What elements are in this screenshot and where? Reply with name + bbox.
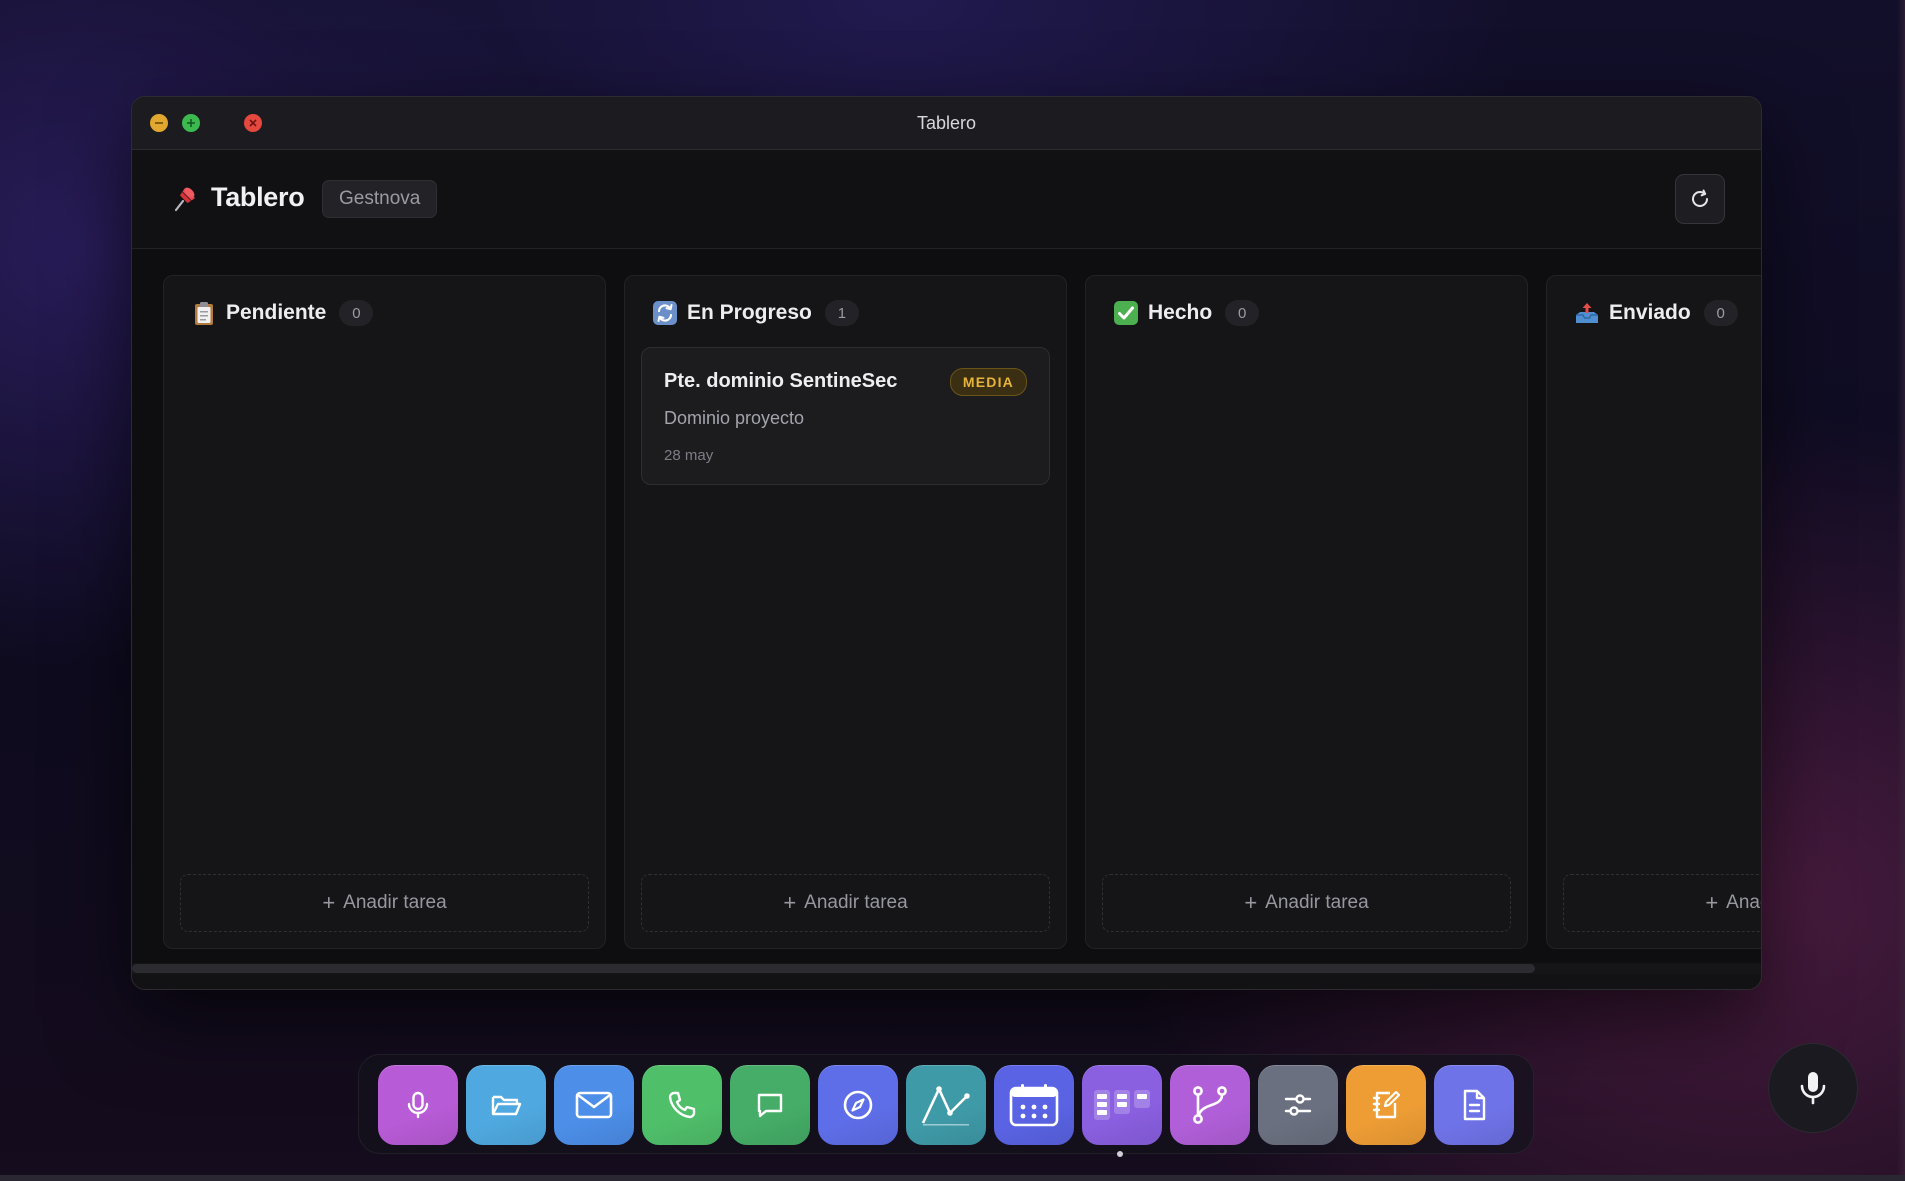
plus-icon: + xyxy=(322,890,336,915)
repeat-arrows-icon xyxy=(653,301,677,325)
outbox-tray-icon xyxy=(1576,303,1598,323)
line-chart-icon[interactable] xyxy=(906,1065,986,1145)
page-title: Tablero xyxy=(211,182,305,212)
compass-icon[interactable] xyxy=(818,1065,898,1145)
refresh-button[interactable] xyxy=(1675,174,1725,224)
column-count-badge: 0 xyxy=(339,300,374,326)
check-mark-icon xyxy=(1114,301,1138,325)
add-task-button[interactable]: + Anadir tarea xyxy=(1563,874,1761,932)
add-task-label: Anadir tarea xyxy=(343,892,447,913)
column-pendiente: Pendiente 0 + Anadir tarea xyxy=(163,275,606,949)
scrollbar-thumb[interactable] xyxy=(132,964,1535,973)
phone-icon[interactable] xyxy=(642,1065,722,1145)
task-title: Pte. dominio SentineSec xyxy=(664,370,898,392)
column-header: Enviado 0 xyxy=(1574,298,1738,328)
board-window: Tablero Tablero Gestnova Pendiente 0 + A… xyxy=(131,96,1762,990)
add-task-button[interactable]: + Anadir tarea xyxy=(180,874,589,932)
plus-icon: + xyxy=(1244,890,1258,915)
kanban-board: Pendiente 0 + Anadir tarea En Progreso 1 xyxy=(132,249,1761,974)
folder-icon[interactable] xyxy=(466,1065,546,1145)
app-header: Tablero Gestnova xyxy=(132,150,1761,249)
column-hecho: Hecho 0 + Anadir tarea xyxy=(1085,275,1528,949)
column-title: En Progreso xyxy=(687,301,812,324)
plus-icon: + xyxy=(783,890,797,915)
microphone-app-icon[interactable] xyxy=(378,1065,458,1145)
column-count-badge: 1 xyxy=(824,300,859,326)
priority-badge: MEDIA xyxy=(949,368,1027,396)
add-task-label: Anadir tarea xyxy=(804,892,908,913)
window-title: Tablero xyxy=(916,113,977,133)
horizontal-scrollbar[interactable] xyxy=(132,963,1761,974)
calendar-icon[interactable] xyxy=(994,1065,1074,1145)
column-enviado: Enviado 0 + Anadir tarea xyxy=(1546,275,1761,949)
app-dock xyxy=(358,1054,1534,1154)
desktop-bottom-edge xyxy=(0,1175,1905,1181)
column-title: Enviado xyxy=(1609,301,1691,324)
column-header: En Progreso 1 xyxy=(652,298,859,328)
clipboard-icon xyxy=(195,302,213,325)
desktop-edge xyxy=(1897,0,1905,1181)
add-task-label: Anadir tarea xyxy=(1726,892,1761,913)
column-header: Pendiente 0 xyxy=(191,298,374,328)
kanban-board-icon[interactable] xyxy=(1082,1065,1162,1145)
git-branch-icon[interactable] xyxy=(1170,1065,1250,1145)
chat-bubble-icon[interactable] xyxy=(730,1065,810,1145)
edit-notes-icon[interactable] xyxy=(1346,1065,1426,1145)
mail-icon[interactable] xyxy=(554,1065,634,1145)
plus-icon: + xyxy=(1705,890,1719,915)
microphone-icon xyxy=(1800,1072,1826,1105)
project-badge[interactable]: Gestnova xyxy=(322,180,438,218)
active-app-indicator xyxy=(1117,1151,1123,1157)
column-count-badge: 0 xyxy=(1703,300,1738,326)
document-icon[interactable] xyxy=(1434,1065,1514,1145)
window-titlebar: Tablero xyxy=(132,97,1761,150)
column-header: Hecho 0 xyxy=(1113,298,1260,328)
sliders-icon[interactable] xyxy=(1258,1065,1338,1145)
task-description: Dominio proyecto xyxy=(664,408,805,428)
task-date: 28 may xyxy=(664,447,714,464)
add-task-button[interactable]: + Anadir tarea xyxy=(1102,874,1511,932)
column-count-badge: 0 xyxy=(1225,300,1260,326)
task-card[interactable]: Pte. dominio SentineSec MEDIA Dominio pr… xyxy=(641,347,1050,485)
add-task-label: Anadir tarea xyxy=(1265,892,1369,913)
pushpin-icon xyxy=(174,187,195,212)
voice-input-button[interactable] xyxy=(1768,1043,1858,1133)
column-en-progreso: En Progreso 1 Pte. dominio SentineSec ME… xyxy=(624,275,1067,949)
column-title: Pendiente xyxy=(226,301,327,324)
add-task-button[interactable]: + Anadir tarea xyxy=(641,874,1050,932)
column-title: Hecho xyxy=(1148,301,1213,324)
refresh-icon xyxy=(1692,189,1708,207)
